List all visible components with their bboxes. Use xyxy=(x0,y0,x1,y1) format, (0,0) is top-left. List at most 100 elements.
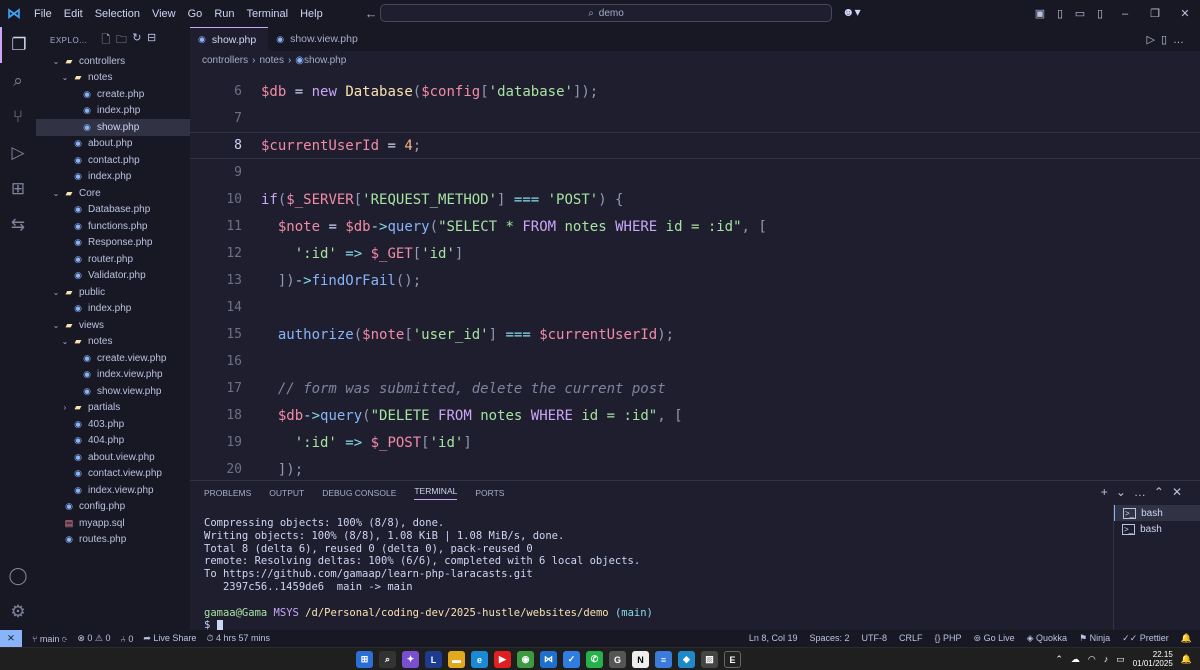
file-row[interactable]: ◉ create.php xyxy=(36,86,190,103)
vscode-taskbar-icon[interactable]: ⋈ xyxy=(540,651,557,668)
code-line[interactable]: 17 // form was submitted, delete the cur… xyxy=(190,375,1200,402)
breadcrumb-item[interactable]: controllers xyxy=(202,55,248,66)
file-row[interactable]: ◉ index.view.php xyxy=(36,367,190,384)
whatsapp-icon[interactable]: ✆ xyxy=(586,651,603,668)
taskbar-search-icon[interactable]: ⌕ xyxy=(379,651,396,668)
notifications-icon[interactable]: 🔔 xyxy=(1181,633,1192,644)
folder-row[interactable]: ⌄ ▰ Core xyxy=(36,185,190,202)
ninja-status[interactable]: ⚑ Ninja xyxy=(1079,633,1110,644)
account-icon[interactable]: ◯ xyxy=(0,558,36,594)
edge-icon[interactable]: e xyxy=(471,651,488,668)
file-row[interactable]: ◉ router.php xyxy=(36,251,190,268)
code-line[interactable]: 11 $note = $db->query("SELECT * FROM not… xyxy=(190,213,1200,240)
code-line[interactable]: 9 xyxy=(190,159,1200,186)
chrome-profile-icon[interactable]: G xyxy=(609,651,626,668)
clock[interactable]: 22.15 01/01/2025 xyxy=(1133,650,1173,668)
panel-tab-ports[interactable]: PORTS xyxy=(475,488,504,498)
live-share-status[interactable]: ➦ Live Share xyxy=(143,633,196,644)
more-actions-icon[interactable]: … xyxy=(1173,34,1190,46)
editor-tab[interactable]: ◉ show.php xyxy=(190,27,269,51)
file-row[interactable]: ◉ Validator.php xyxy=(36,268,190,285)
app-l-icon[interactable]: L xyxy=(425,651,442,668)
code-line[interactable]: 20 ]); xyxy=(190,456,1200,480)
new-file-icon[interactable]: 🗋 xyxy=(101,31,110,50)
file-row[interactable]: ◉ routes.php xyxy=(36,532,190,549)
folder-row[interactable]: ⌄ ▰ notes xyxy=(36,70,190,87)
file-row[interactable]: ◉ index.php xyxy=(36,169,190,186)
collapse-all-icon[interactable]: ⊟ xyxy=(147,31,157,50)
copilot-icon[interactable]: ☻▾ xyxy=(842,5,861,19)
source-control-icon[interactable]: ⑂ xyxy=(0,99,36,135)
maximize-panel-icon[interactable]: ⌃ xyxy=(1154,485,1172,499)
refresh-icon[interactable]: ↻ xyxy=(132,31,142,50)
terminal-output[interactable]: Compressing objects: 100% (8/8), done. Wr… xyxy=(204,517,653,632)
settings-gear-icon[interactable]: ⚙ xyxy=(0,594,36,630)
wifi-icon[interactable]: ◠ xyxy=(1088,654,1096,665)
start-icon[interactable]: ⊞ xyxy=(356,651,373,668)
notepad-icon[interactable]: ≡ xyxy=(655,651,672,668)
panel-tab-debug-console[interactable]: DEBUG CONSOLE xyxy=(322,488,396,498)
file-row[interactable]: ▤ myapp.sql xyxy=(36,515,190,532)
menu-item-run[interactable]: Run xyxy=(214,8,234,20)
file-row[interactable]: ◉ index.view.php xyxy=(36,482,190,499)
breadcrumb-item[interactable]: show.php xyxy=(304,55,346,66)
photos-icon[interactable]: ▨ xyxy=(701,651,718,668)
toggle-panel-icon[interactable]: ▭ xyxy=(1070,7,1090,20)
cursor-position[interactable]: Ln 8, Col 19 xyxy=(749,633,798,644)
file-row[interactable]: ◉ functions.php xyxy=(36,218,190,235)
code-line[interactable]: 18 $db->query("DELETE FROM notes WHERE i… xyxy=(190,402,1200,429)
remote-indicator-icon[interactable]: ⨯ xyxy=(0,630,22,647)
remote-explorer-icon[interactable]: ⇆ xyxy=(0,207,36,243)
run-debug-icon[interactable]: ▷ xyxy=(0,135,36,171)
code-line[interactable]: 15 authorize($note['user_id'] === $curre… xyxy=(190,321,1200,348)
run-icon[interactable]: ▷ xyxy=(1146,34,1160,46)
time-tracker-status[interactable]: ⏱ 4 hrs 57 mins xyxy=(206,633,270,644)
new-folder-icon[interactable]: 🗀 xyxy=(116,31,128,50)
file-row[interactable]: ◉ 404.php xyxy=(36,433,190,450)
go-live-button[interactable]: ⊚ Go Live xyxy=(974,633,1015,644)
ports-status[interactable]: ⑃ 0 xyxy=(120,634,133,644)
todo-icon[interactable]: ✓ xyxy=(563,651,580,668)
cloud-icon[interactable]: ☁ xyxy=(1071,654,1080,665)
folder-row[interactable]: › ▰ partials xyxy=(36,400,190,417)
code-editor[interactable]: 6 $db = new Database($config['database'])… xyxy=(190,69,1200,480)
menu-item-edit[interactable]: Edit xyxy=(64,8,83,20)
extensions-icon[interactable]: ⊞ xyxy=(0,171,36,207)
encoding[interactable]: UTF-8 xyxy=(862,633,888,644)
menu-item-help[interactable]: Help xyxy=(300,8,323,20)
code-line[interactable]: 14 xyxy=(190,294,1200,321)
file-row[interactable]: ◉ about.view.php xyxy=(36,449,190,466)
new-terminal-icon[interactable]: + xyxy=(1101,485,1116,499)
code-line[interactable]: 19 ':id' => $_POST['id'] xyxy=(190,429,1200,456)
file-row[interactable]: ◉ show.php xyxy=(36,119,190,136)
split-editor-icon[interactable]: ▯ xyxy=(1161,34,1173,46)
prettier-status[interactable]: ✓✓ Prettier xyxy=(1122,633,1169,644)
folder-row[interactable]: ⌄ ▰ notes xyxy=(36,334,190,351)
file-row[interactable]: ◉ 403.php xyxy=(36,416,190,433)
notification-bell-icon[interactable]: 🔔 xyxy=(1181,654,1192,665)
battery-icon[interactable]: ▭ xyxy=(1116,654,1125,665)
quokka-status[interactable]: ◈ Quokka xyxy=(1027,633,1067,644)
epic-games-icon[interactable]: E xyxy=(724,651,741,668)
file-row[interactable]: ◉ index.php xyxy=(36,103,190,120)
panel-tab-problems[interactable]: PROBLEMS xyxy=(204,488,251,498)
toggle-secondary-sidebar-icon[interactable]: ▯ xyxy=(1090,7,1110,20)
folder-row[interactable]: ⌄ ▰ views xyxy=(36,317,190,334)
tray-chevron-icon[interactable]: ⌃ xyxy=(1055,654,1063,665)
menu-item-view[interactable]: View xyxy=(152,8,176,20)
folder-row[interactable]: ⌄ ▰ public xyxy=(36,284,190,301)
editor-tab[interactable]: ◉ show.view.php xyxy=(268,27,370,51)
breadcrumb-item[interactable]: notes xyxy=(259,55,283,66)
file-row[interactable]: ◉ index.php xyxy=(36,301,190,318)
terminal-instance[interactable]: >_ bash xyxy=(1114,521,1200,537)
terminal-instance[interactable]: >_ bash xyxy=(1114,505,1200,521)
menu-item-file[interactable]: File xyxy=(34,8,52,20)
menu-item-go[interactable]: Go xyxy=(188,8,203,20)
menu-item-selection[interactable]: Selection xyxy=(95,8,140,20)
problems-status[interactable]: ⊗ 0 ⚠ 0 xyxy=(77,633,110,644)
close-panel-icon[interactable]: ✕ xyxy=(1172,485,1190,499)
explorer-icon[interactable]: ❐ xyxy=(0,27,36,63)
menu-item-terminal[interactable]: Terminal xyxy=(247,8,289,20)
file-row[interactable]: ◉ create.view.php xyxy=(36,350,190,367)
file-row[interactable]: ◉ Database.php xyxy=(36,202,190,219)
